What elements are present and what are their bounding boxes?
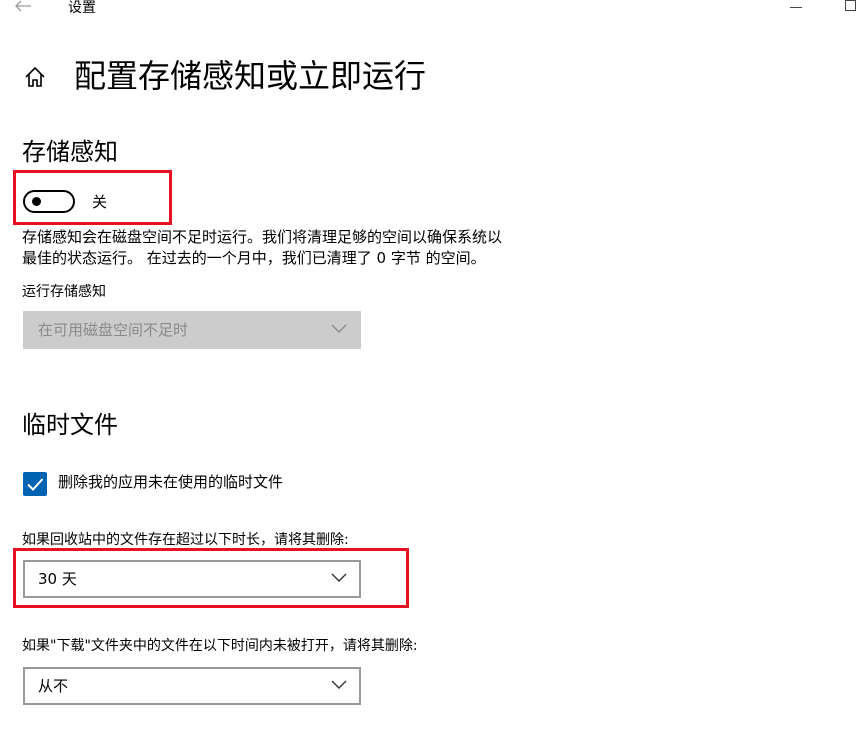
- minimize-button[interactable]: [788, 0, 806, 14]
- temp-files-heading: 临时文件: [22, 411, 118, 439]
- downloads-duration-value: 从不: [38, 677, 69, 695]
- home-icon[interactable]: [22, 64, 48, 90]
- chevron-down-icon: [331, 324, 347, 333]
- delete-temp-files-label: 删除我的应用未在使用的临时文件: [58, 473, 284, 491]
- toggle-state-label: 关: [92, 193, 108, 211]
- recycle-bin-duration-dropdown[interactable]: 30 天: [23, 560, 361, 598]
- recycle-bin-duration-value: 30 天: [38, 570, 77, 588]
- maximize-button[interactable]: [840, 0, 858, 14]
- run-storage-sense-label: 运行存储感知: [22, 284, 106, 300]
- run-storage-sense-dropdown: 在可用磁盘空间不足时: [23, 311, 361, 349]
- back-arrow-icon: [15, 0, 31, 12]
- back-button[interactable]: [8, 0, 38, 18]
- checkmark-icon: [27, 478, 44, 491]
- storage-sense-description-line1: 存储感知会在磁盘空间不足时运行。我们将清理足够的空间以确保系统以: [22, 228, 503, 246]
- downloads-duration-dropdown[interactable]: 从不: [23, 667, 361, 705]
- downloads-label: 如果"下载"文件夹中的文件在以下时间内未被打开，请将其删除:: [22, 638, 418, 654]
- window-title: 设置: [68, 0, 96, 16]
- storage-sense-heading: 存储感知: [22, 138, 118, 166]
- chevron-down-icon: [331, 680, 347, 689]
- recycle-bin-label: 如果回收站中的文件存在超过以下时长，请将其删除:: [22, 532, 349, 548]
- page-title: 配置存储感知或立即运行: [74, 57, 427, 95]
- run-storage-sense-value: 在可用磁盘空间不足时: [38, 321, 189, 339]
- chevron-down-icon: [331, 573, 347, 582]
- delete-temp-files-checkbox[interactable]: [23, 472, 47, 496]
- storage-sense-description-line2: 最佳的状态运行。 在过去的一个月中，我们已清理了 0 字节 的空间。: [22, 249, 486, 267]
- storage-sense-toggle[interactable]: [23, 190, 75, 213]
- toggle-knob: [32, 197, 41, 206]
